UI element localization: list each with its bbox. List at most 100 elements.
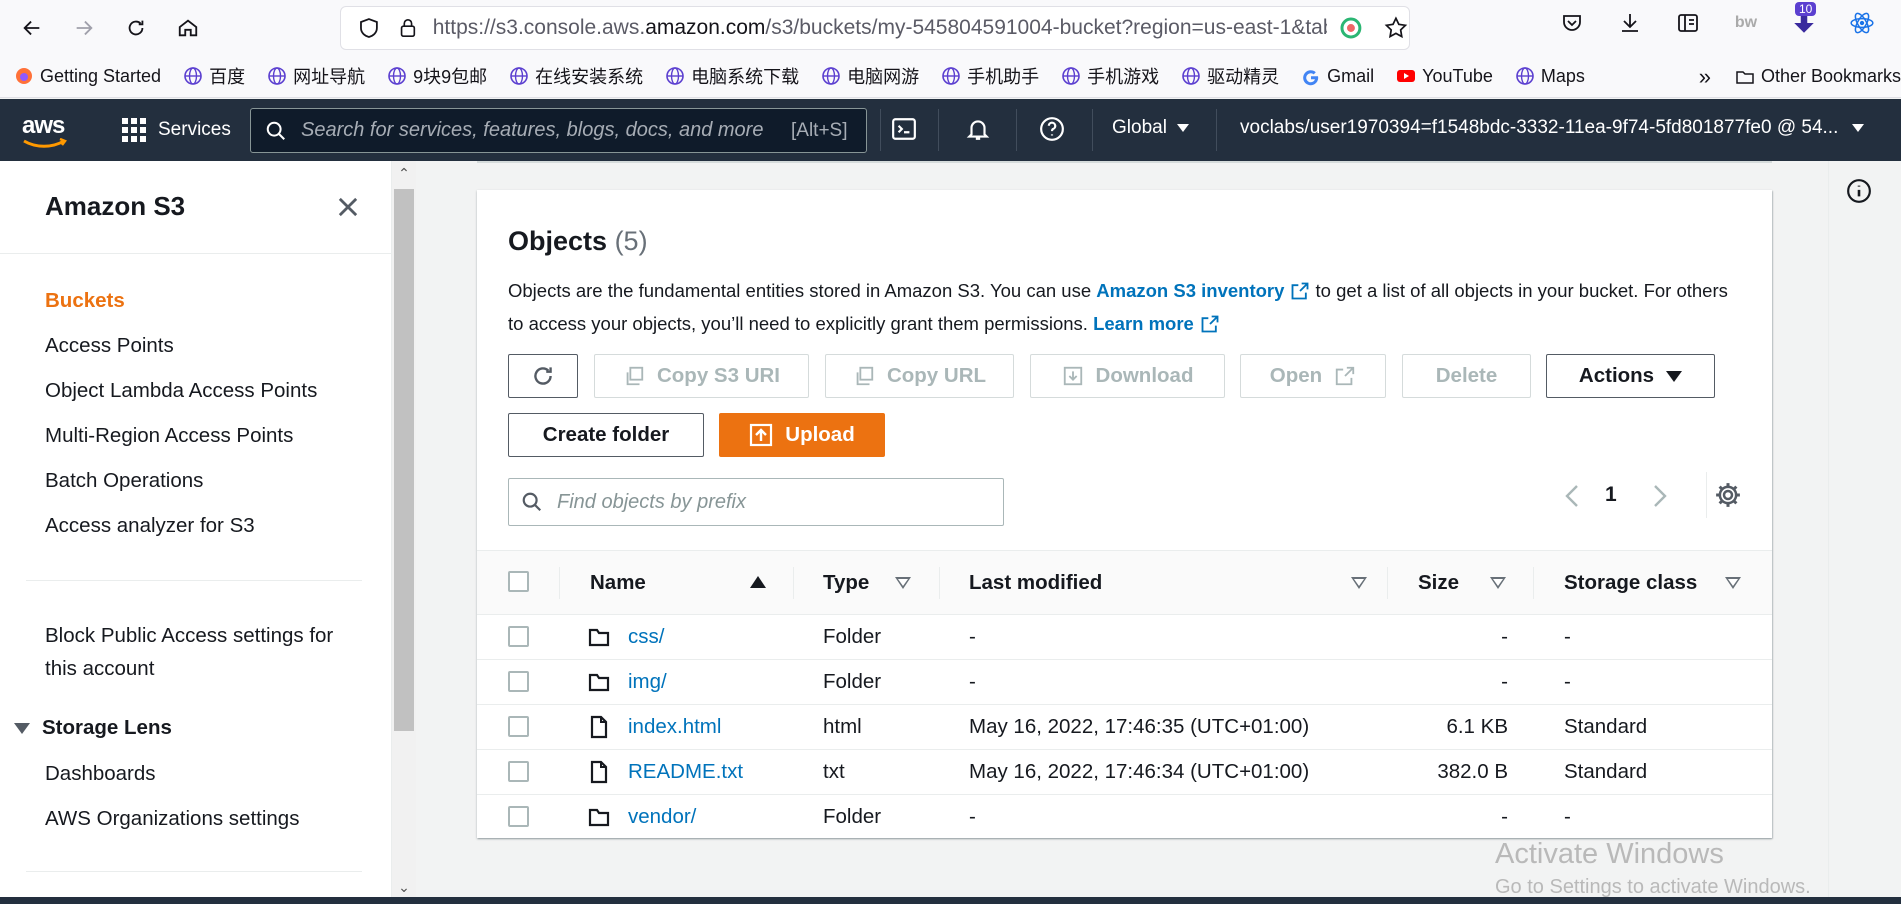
s3-inventory-link[interactable]: Amazon S3 inventory xyxy=(1096,280,1284,301)
sidebar-item-object-lambda-access-points[interactable]: Object Lambda Access Points xyxy=(45,379,317,403)
info-icon[interactable] xyxy=(1846,178,1872,204)
bookmark-item[interactable]: 网址导航 xyxy=(267,63,365,89)
row-checkbox[interactable] xyxy=(508,671,529,692)
object-name-link[interactable]: css/ xyxy=(628,625,664,649)
object-name-link[interactable]: vendor/ xyxy=(628,805,696,829)
other-bookmarks-folder[interactable]: Other Bookmarks xyxy=(1735,66,1901,87)
chevron-double-right-icon[interactable]: » xyxy=(1699,64,1711,90)
find-objects-filter[interactable] xyxy=(508,478,1004,526)
sort-icon[interactable] xyxy=(1351,577,1367,589)
settings-gear-icon[interactable] xyxy=(1713,480,1743,510)
table-row[interactable]: index.html html May 16, 2022, 17:46:35 (UT… xyxy=(477,704,1772,749)
object-name-link[interactable]: img/ xyxy=(628,670,667,694)
lock-icon[interactable] xyxy=(397,17,419,39)
column-header-last-modified[interactable]: Last modified xyxy=(969,571,1102,595)
bookmark-item[interactable]: Maps xyxy=(1515,66,1585,87)
previous-page-icon[interactable] xyxy=(1561,482,1585,510)
extension-circle-icon[interactable] xyxy=(1339,16,1363,40)
bookmark-item[interactable]: 在线安装系统 xyxy=(509,63,643,89)
sidebar-section-storage-lens[interactable]: Storage Lens xyxy=(14,716,172,740)
pocket-icon[interactable] xyxy=(1557,8,1587,38)
sidebar-item-access-points[interactable]: Access Points xyxy=(45,334,174,358)
sort-icon[interactable] xyxy=(1725,577,1741,589)
bookmark-item[interactable]: 9块9包邮 xyxy=(387,63,487,89)
url-text[interactable]: https://s3.console.aws.amazon.com/s3/buc… xyxy=(433,16,1328,40)
scroll-down-icon[interactable]: ⌄ xyxy=(396,879,412,895)
open-button[interactable]: Open xyxy=(1240,354,1386,398)
copy-url-button[interactable]: Copy URL xyxy=(825,354,1014,398)
bookmark-item[interactable]: 电脑网游 xyxy=(821,63,919,89)
extension-bw-icon[interactable]: bw xyxy=(1731,8,1761,38)
close-icon[interactable] xyxy=(334,193,362,221)
table-row[interactable]: README.txt txt May 16, 2022, 17:46:34 (UTC… xyxy=(477,749,1772,794)
forward-icon[interactable] xyxy=(64,8,104,48)
table-row[interactable]: vendor/Folder - - - xyxy=(477,794,1772,839)
sidebar-item-block-public-access[interactable]: Block Public Access settings for this acc… xyxy=(45,619,333,685)
row-checkbox[interactable] xyxy=(508,716,529,737)
scroll-up-icon[interactable]: ⌃ xyxy=(396,165,412,181)
table-row[interactable]: img/Folder - - - xyxy=(477,659,1772,704)
bookmark-item[interactable]: 手机游戏 xyxy=(1061,63,1159,89)
copy-s3-uri-button[interactable]: Copy S3 URI xyxy=(594,354,809,398)
notifications-bell-icon[interactable] xyxy=(962,113,994,145)
learn-more-link[interactable]: Learn more xyxy=(1093,313,1194,334)
bookmark-item[interactable]: 电脑系统下载 xyxy=(665,63,799,89)
actions-dropdown[interactable]: Actions xyxy=(1546,354,1715,398)
table-row[interactable]: css/Folder - - - xyxy=(477,614,1772,659)
refresh-button[interactable] xyxy=(508,354,578,398)
help-icon[interactable] xyxy=(1036,113,1068,145)
sidebar-item-buckets[interactable]: Buckets xyxy=(45,289,125,313)
sort-ascending-icon[interactable] xyxy=(750,576,766,588)
region-selector[interactable]: Global xyxy=(1112,117,1189,139)
home-icon[interactable] xyxy=(168,8,208,48)
reload-icon[interactable] xyxy=(116,8,156,48)
url-bar[interactable]: https://s3.console.aws.amazon.com/s3/buc… xyxy=(340,6,1410,50)
column-header-storage-class[interactable]: Storage class xyxy=(1564,571,1697,595)
cloudshell-icon[interactable] xyxy=(888,113,920,145)
bookmark-item[interactable]: 手机助手 xyxy=(941,63,1039,89)
create-folder-button[interactable]: Create folder xyxy=(508,413,704,457)
current-page-number[interactable]: 1 xyxy=(1605,483,1617,507)
sidebar-scrollbar[interactable]: ⌃ ⌄ xyxy=(392,161,416,904)
extension-download-badge-icon[interactable]: 10 xyxy=(1789,2,1819,38)
sidebar-item-access-analyzer[interactable]: Access analyzer for S3 xyxy=(45,514,255,538)
library-icon[interactable] xyxy=(1673,8,1703,38)
find-objects-input[interactable] xyxy=(557,490,977,514)
column-header-size[interactable]: Size xyxy=(1418,571,1459,595)
download-icon[interactable] xyxy=(1615,8,1645,38)
external-link-icon[interactable] xyxy=(1290,281,1310,301)
react-devtools-icon[interactable] xyxy=(1847,8,1877,38)
object-name-link[interactable]: README.txt xyxy=(628,760,743,784)
scrollbar-thumb[interactable] xyxy=(394,189,414,731)
next-page-icon[interactable] xyxy=(1647,482,1671,510)
bookmark-item[interactable]: 百度 xyxy=(183,63,245,89)
row-checkbox[interactable] xyxy=(508,806,529,827)
bookmark-item[interactable]: YouTube xyxy=(1396,66,1493,87)
sort-icon[interactable] xyxy=(1490,577,1506,589)
bookmark-star-icon[interactable] xyxy=(1383,15,1409,41)
row-checkbox[interactable] xyxy=(508,761,529,782)
bookmark-item[interactable]: Gmail xyxy=(1301,66,1374,87)
services-menu-button[interactable]: Services xyxy=(122,118,231,142)
object-name-link[interactable]: index.html xyxy=(628,715,721,739)
aws-search-box[interactable]: [Alt+S] xyxy=(250,108,867,153)
sidebar-item-dashboards[interactable]: Dashboards xyxy=(45,762,156,786)
upload-button[interactable]: Upload xyxy=(719,413,885,457)
account-menu[interactable]: voclabs/user1970394=f1548bdc-3332-11ea-9… xyxy=(1240,117,1865,139)
column-header-name[interactable]: Name xyxy=(590,571,646,595)
download-button[interactable]: Download xyxy=(1030,354,1225,398)
column-header-type[interactable]: Type xyxy=(823,571,869,595)
shield-icon[interactable] xyxy=(357,16,381,40)
sidebar-item-aws-organizations-settings[interactable]: AWS Organizations settings xyxy=(45,807,299,831)
select-all-checkbox[interactable] xyxy=(508,571,529,592)
delete-button[interactable]: Delete xyxy=(1402,354,1531,398)
sort-icon[interactable] xyxy=(895,577,911,589)
external-link-icon[interactable] xyxy=(1200,314,1220,334)
aws-logo[interactable]: aws xyxy=(22,110,72,150)
back-icon[interactable] xyxy=(12,8,52,48)
bookmark-item[interactable]: Getting Started xyxy=(14,66,161,87)
aws-search-input[interactable] xyxy=(301,119,781,142)
sidebar-item-multi-region-access-points[interactable]: Multi-Region Access Points xyxy=(45,424,293,448)
row-checkbox[interactable] xyxy=(508,626,529,647)
bookmark-item[interactable]: 驱动精灵 xyxy=(1181,63,1279,89)
